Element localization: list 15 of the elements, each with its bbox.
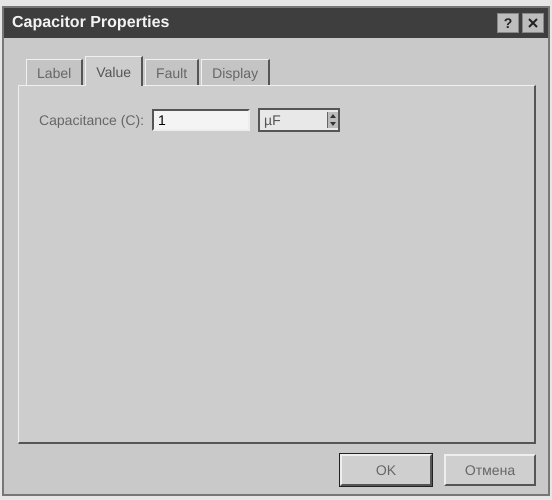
dialog-button[interactable]: OK — [340, 454, 432, 486]
tab[interactable]: Label — [26, 59, 84, 85]
up-arrow-icon[interactable] — [328, 112, 338, 120]
close-button[interactable] — [522, 13, 544, 33]
field-label: Capacitance (C): — [39, 112, 144, 128]
close-icon — [528, 18, 538, 28]
tab[interactable]: Display — [201, 59, 270, 85]
tab[interactable]: Value — [85, 56, 144, 86]
help-button[interactable]: ? — [497, 13, 519, 33]
unit-spinner[interactable]: µF — [258, 108, 340, 132]
value-field[interactable]: 1 — [152, 109, 250, 131]
dialog-button[interactable]: Отмена — [444, 454, 536, 486]
window-title: Capacitor Properties — [12, 14, 170, 32]
tab[interactable]: Fault — [145, 59, 200, 85]
down-arrow-icon[interactable] — [328, 120, 338, 128]
